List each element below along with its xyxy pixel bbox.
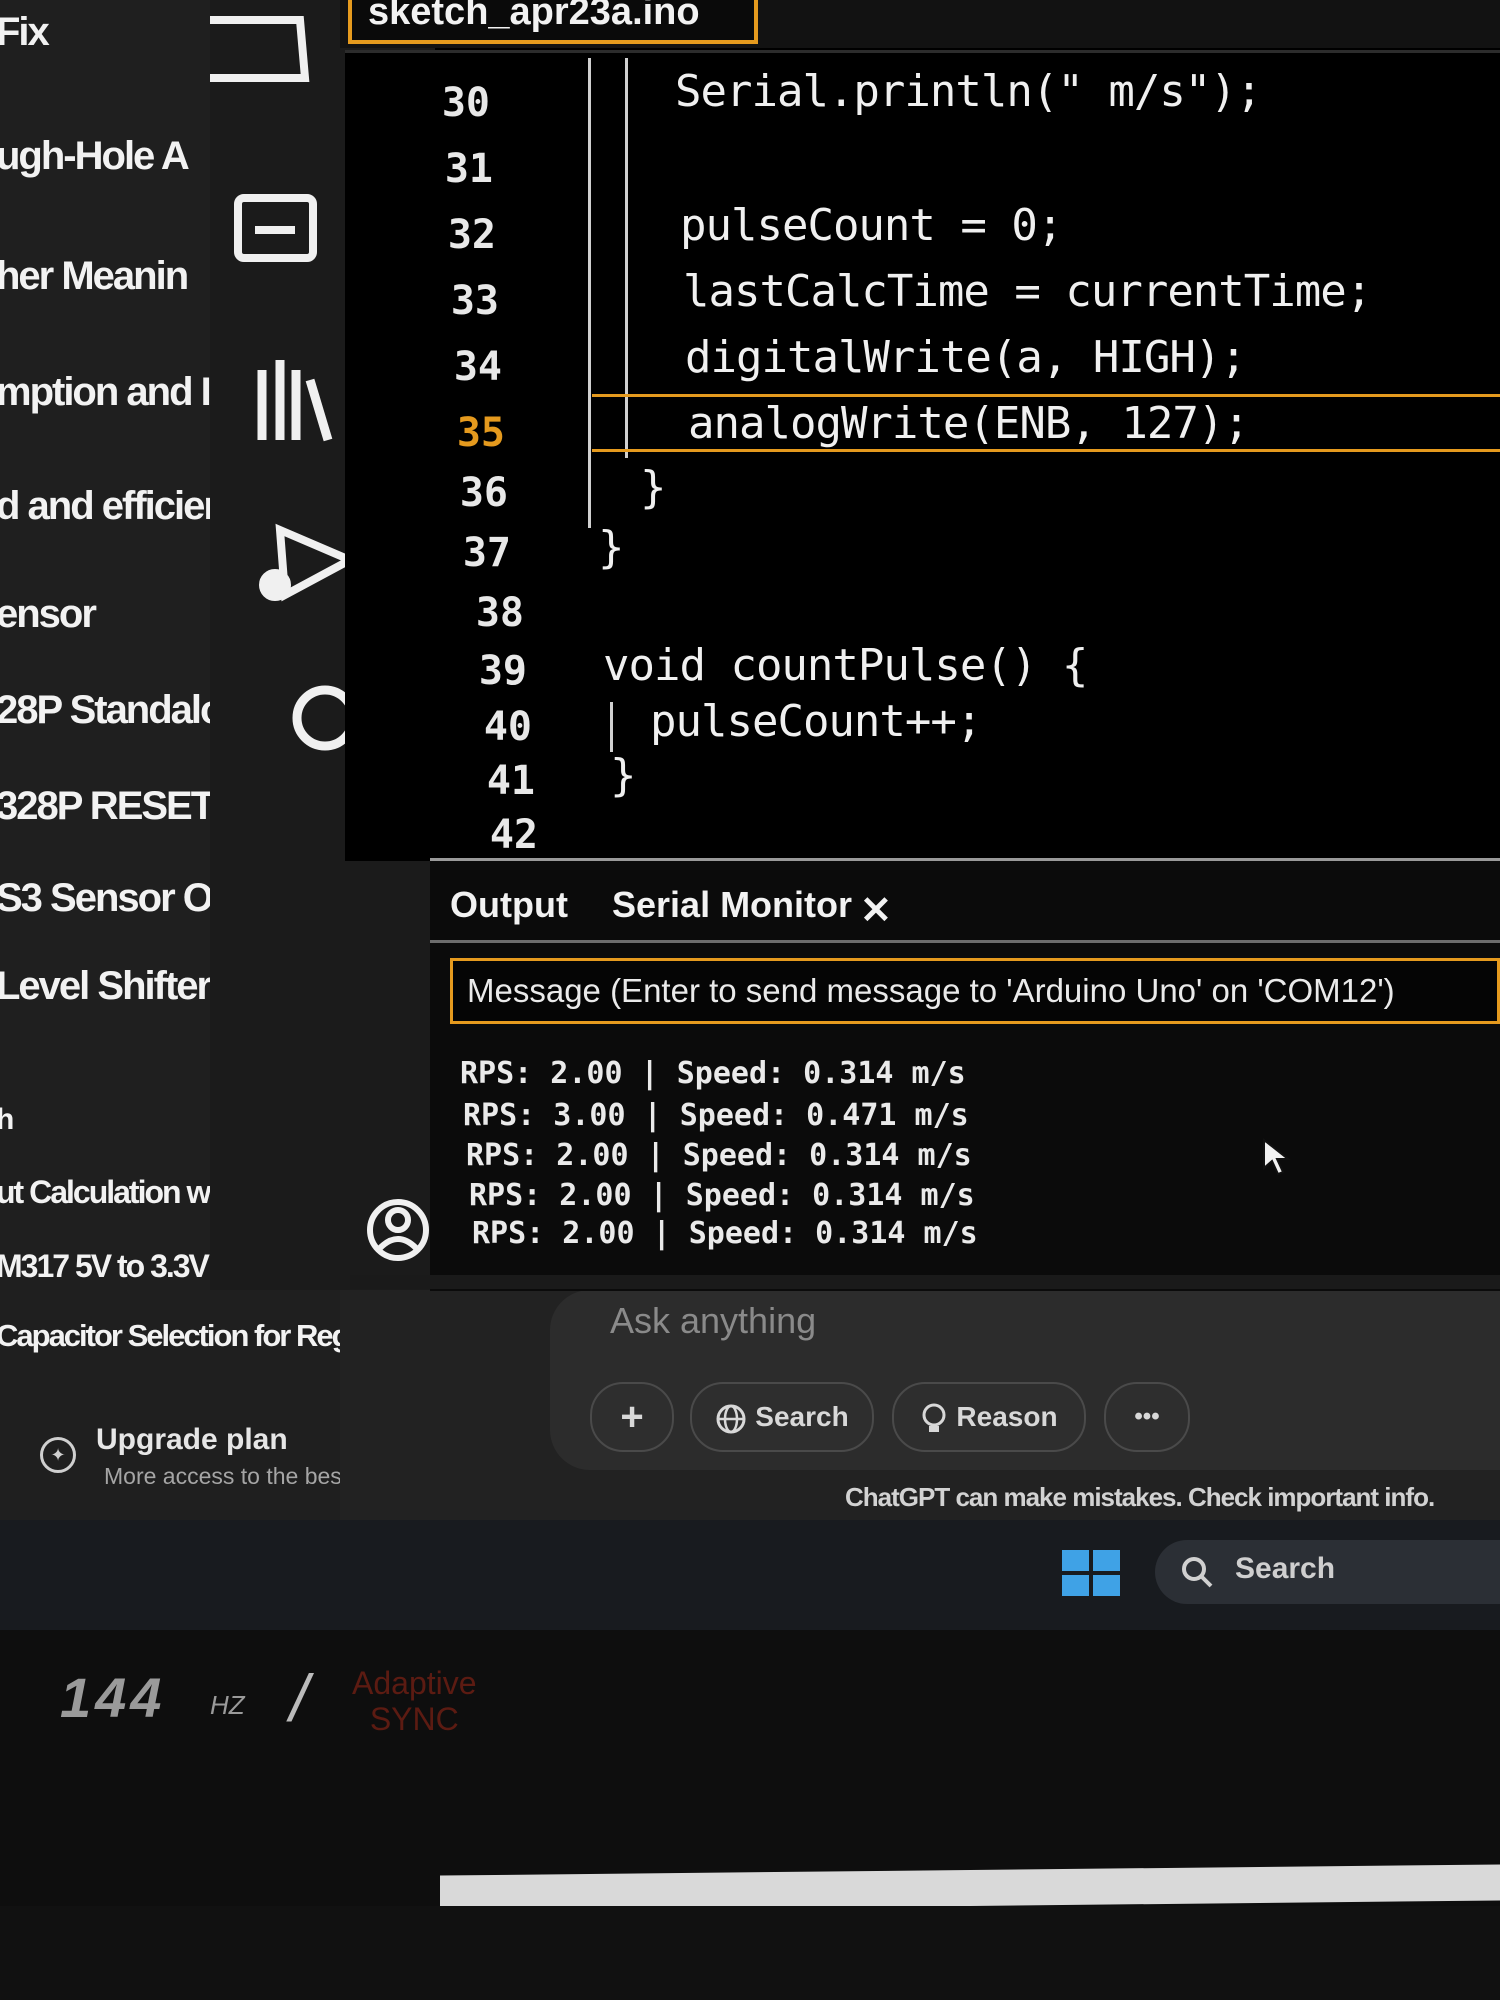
ask-anything-input[interactable]: Ask anything: [610, 1300, 816, 1342]
refresh-rate-label: 144: [60, 1666, 166, 1729]
code-line: }: [598, 522, 624, 573]
line-number: 34: [453, 344, 502, 390]
line-number: 38: [475, 590, 524, 636]
disclaimer-text: ChatGPT can make mistakes. Check importa…: [845, 1482, 1435, 1512]
code-line: lastCalcTime = currentTime;: [683, 266, 1372, 317]
brand-slash: /: [290, 1661, 309, 1735]
windows-logo-icon[interactable]: [1062, 1550, 1120, 1596]
indent-guide: [588, 58, 591, 528]
line-number: 32: [447, 212, 496, 258]
hz-label: HZ: [210, 1690, 245, 1720]
serial-output-line: RPS: 3.00 | Speed: 0.471 m/s: [463, 1098, 969, 1133]
code-line: pulseCount++;: [650, 696, 982, 747]
code-line-current: analogWrite(ENB, 127);: [688, 398, 1250, 449]
more-options-button[interactable]: •••: [1104, 1382, 1190, 1452]
panel-bottom-border: [350, 1275, 1500, 1289]
serial-output-line: RPS: 2.00 | Speed: 0.314 m/s: [472, 1216, 978, 1251]
indent-guide: [610, 702, 613, 752]
reason-button[interactable]: Reason: [892, 1382, 1086, 1452]
globe-icon: [716, 1404, 746, 1434]
reason-button-label: Reason: [956, 1401, 1058, 1432]
search-button-label: Search: [755, 1401, 849, 1432]
close-icon[interactable]: ✕: [860, 888, 892, 933]
monitor-base: [0, 1906, 1500, 2000]
serial-output-line: RPS: 2.00 | Speed: 0.314 m/s: [466, 1138, 972, 1173]
debug-icon[interactable]: [259, 523, 360, 602]
search-icon: [1182, 1557, 1213, 1588]
code-line: }: [640, 462, 666, 513]
taskbar-search-label: Search: [1235, 1552, 1336, 1585]
tab-sketch-file[interactable]: sketch_apr23a.ino: [348, 0, 758, 44]
serial-message-input[interactable]: Message (Enter to send message to 'Ardui…: [450, 958, 1500, 1024]
chat-history-item[interactable]: Capacitor Selection for Regu: [0, 1306, 396, 1366]
adaptive-sync-logo: Adaptive SYNC: [352, 1665, 477, 1737]
line-number: 39: [478, 648, 527, 694]
upgrade-icon: ✦: [40, 1437, 76, 1473]
tab-serial-monitor[interactable]: Serial Monitor: [612, 884, 852, 926]
line-number: 30: [441, 80, 490, 126]
adaptive-label: Adaptive: [352, 1665, 477, 1701]
search-button[interactable]: Search: [690, 1382, 874, 1452]
code-line: }: [610, 750, 636, 801]
code-line: Serial.println(" m/s");: [675, 66, 1262, 117]
tab-output[interactable]: Output: [450, 884, 568, 926]
upgrade-title: Upgrade plan: [96, 1423, 288, 1456]
line-number: 31: [444, 146, 493, 192]
code-line: pulseCount = 0;: [680, 200, 1063, 251]
board-manager-icon[interactable]: [234, 194, 317, 262]
line-number: 41: [486, 758, 535, 804]
line-number: 40: [483, 704, 532, 750]
line-number-current: 35: [456, 410, 505, 456]
cursor-icon: [1263, 1138, 1291, 1176]
library-manager-icon[interactable]: [257, 360, 333, 442]
panel-tabs-divider: [430, 940, 1500, 943]
line-number: 33: [450, 278, 499, 324]
code-line: void countPulse() {: [603, 640, 1088, 691]
line-number: 36: [459, 470, 508, 516]
account-icon[interactable]: [367, 1199, 429, 1261]
serial-output-line: RPS: 2.00 | Speed: 0.314 m/s: [469, 1178, 975, 1213]
serial-output-line: RPS: 2.00 | Speed: 0.314 m/s: [460, 1056, 966, 1091]
line-number: 42: [489, 812, 538, 858]
sync-label: SYNC: [369, 1701, 459, 1737]
add-button[interactable]: +: [590, 1382, 674, 1452]
taskbar-search[interactable]: Search: [1155, 1540, 1500, 1604]
folder-icon[interactable]: [210, 16, 310, 82]
line-number: 37: [462, 530, 511, 576]
lightbulb-icon: [922, 1403, 946, 1432]
code-line: digitalWrite(a, HIGH);: [685, 332, 1247, 383]
